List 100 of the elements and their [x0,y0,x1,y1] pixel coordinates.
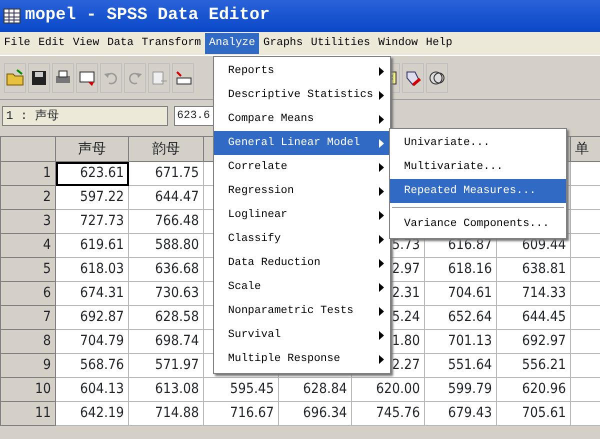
submenu-arrow-icon [379,90,384,100]
cell-value-field[interactable]: 623.6 [174,106,214,126]
table-cell: 568.76 [56,354,128,378]
menu-item[interactable]: Analyze [205,33,260,54]
table-cell: 705.61 [496,402,570,426]
submenu-arrow-icon [379,258,384,268]
menu-item[interactable]: Correlate [214,155,390,179]
table-cell: 628.84 [278,378,352,402]
submenu-arrow-icon [379,138,384,148]
submenu-arrow-icon [379,330,384,340]
row-header[interactable]: 11 [0,402,56,426]
menu-item[interactable]: Utilities [306,33,374,54]
table-cell: 698.74 [128,330,204,354]
submenu-arrow-icon [379,162,384,172]
menu-item[interactable]: General Linear Model [214,131,390,155]
row-header[interactable]: 4 [0,234,56,258]
table-cell: 696.34 [278,402,352,426]
table-cell: 644.47 [128,186,204,210]
table-cell: 556.21 [496,354,570,378]
table-cell: 704.79 [56,330,128,354]
menu-item[interactable]: View [68,33,104,54]
grid-icon [3,8,21,24]
column-header[interactable]: 单 [570,136,600,162]
table-cell: 671.75 [128,162,204,186]
menu-item[interactable]: Repeated Measures... [390,179,566,203]
column-header[interactable]: 韵母 [128,136,204,162]
table-cell: 674.31 [56,282,128,306]
table-cell: 701.13 [424,330,496,354]
table-cell: 766.48 [128,210,204,234]
menu-item[interactable]: Window [374,33,422,54]
menu-item[interactable]: Data [103,33,138,54]
row-header[interactable]: 8 [0,330,56,354]
submenu-arrow-icon [379,282,384,292]
cell-reference: 1 : 声母 [2,106,168,126]
table-cell: 652.64 [424,306,496,330]
submenu-arrow-icon [379,210,384,220]
table-cell: 613.08 [128,378,204,402]
row-header[interactable]: 2 [0,186,56,210]
row-header[interactable]: 1 [0,162,56,186]
menu-item[interactable]: Compare Means [214,107,390,131]
table-cell: 730.63 [128,282,204,306]
table-cell: 644.45 [496,306,570,330]
table-cell: 692.97 [496,330,570,354]
row-header[interactable]: 6 [0,282,56,306]
table-cell: 704.61 [424,282,496,306]
row-header[interactable]: 7 [0,306,56,330]
menu-item[interactable]: Variance Components... [390,212,566,236]
table-cell: 551.64 [424,354,496,378]
submenu-arrow-icon [379,234,384,244]
column-header[interactable]: 声母 [56,136,128,162]
submenu-arrow-icon [379,306,384,316]
submenu-arrow-icon [379,186,384,196]
menu-item[interactable]: Univariate... [390,131,566,155]
menu-item[interactable]: Reports [214,59,390,83]
menu-item[interactable]: Regression [214,179,390,203]
submenu-arrow-icon [379,66,384,76]
table-cell: 618.16 [424,258,496,282]
table-cell: 597.22 [56,186,128,210]
row-header[interactable]: 5 [0,258,56,282]
menu-item[interactable]: Loglinear [214,203,390,227]
table-cell: 636.68 [128,258,204,282]
table-cell: 571.97 [128,354,204,378]
table-cell: 714.33 [496,282,570,306]
table-cell: 642.19 [56,402,128,426]
table-cell: 588.80 [128,234,204,258]
menu-item[interactable]: File [0,33,34,54]
table-cell: 620.00 [352,378,424,402]
menu-item[interactable]: Multivariate... [390,155,566,179]
table-cell: 727.73 [56,210,128,234]
table-cell: 745.76 [352,402,424,426]
table-cell: 604.13 [56,378,128,402]
table-cell: 595.45 [204,378,278,402]
dialog-button[interactable] [76,62,98,92]
folder-open-icon [5,68,25,88]
insert-case-button[interactable] [172,62,194,92]
printer-button[interactable] [52,62,74,92]
table-cell: 623.61 [56,162,128,186]
menu-item[interactable]: Descriptive Statistics [214,83,390,107]
window-title: mopel - SPSS Data Editor [25,5,270,28]
menu-item[interactable]: Help [422,33,456,54]
circles-button[interactable] [426,62,448,92]
table-cell: 628.58 [128,306,204,330]
row-header[interactable]: 9 [0,354,56,378]
submenu-arrow-icon [379,114,384,124]
table-cell: 619.61 [56,234,128,258]
table-cell: 716.67 [204,402,278,426]
menu-item[interactable]: Graphs [259,33,307,54]
menu-item[interactable]: Transform [138,33,206,54]
table-cell: 638.81 [496,258,570,282]
folder-open-button[interactable] [4,62,26,92]
row-header[interactable]: 3 [0,210,56,234]
floppy-disk-button[interactable] [28,62,50,92]
table-cell: 599.79 [424,378,496,402]
submenu-arrow-icon [379,354,384,364]
table-cell: 692.87 [56,306,128,330]
menu-item[interactable]: Edit [34,33,69,54]
table-cell: 618.03 [56,258,128,282]
tag-button[interactable] [402,62,424,92]
table-cell: 714.88 [128,402,204,426]
row-header[interactable]: 10 [0,378,56,402]
